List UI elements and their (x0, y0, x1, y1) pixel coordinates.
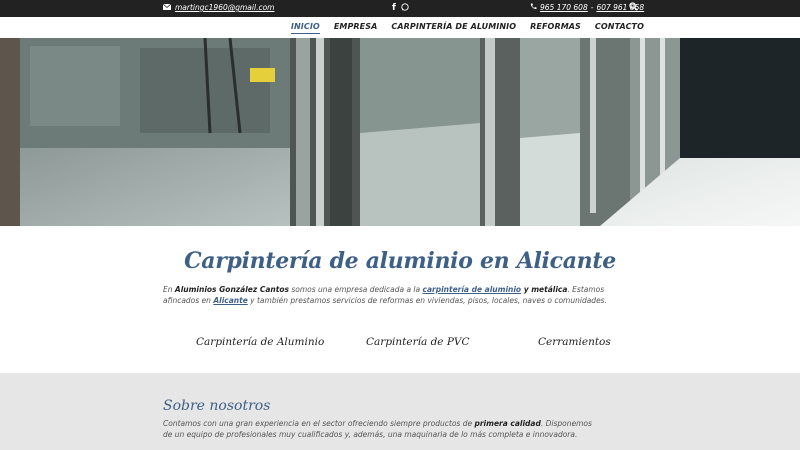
phone-link-1[interactable]: 965 170 608 (540, 3, 588, 12)
intro-text-2: somos una empresa dedicada a la (288, 285, 423, 294)
whatsapp-icon[interactable] (401, 3, 409, 14)
link-alicante[interactable]: Alicante (213, 296, 247, 305)
nav-item-carpinteria-aluminio[interactable]: CARPINTERÍA DE ALUMINIO (391, 22, 516, 34)
social-links: f (392, 3, 409, 14)
email-link[interactable]: martingc1960@gmail.com (175, 3, 274, 12)
hero-image (0, 38, 800, 226)
about-text-1: Contamos con una gran experiencia en el … (163, 419, 475, 428)
service-carpinteria-aluminio[interactable]: Carpintería de Aluminio (196, 336, 324, 348)
intro-text-5: y también prestamos servicios de reforma… (247, 296, 607, 305)
search-button[interactable] (629, 2, 638, 13)
top-bar: martingc1960@gmail.com f 965 170 608 - 6… (0, 0, 800, 17)
search-icon (629, 2, 638, 13)
envelope-icon (162, 3, 172, 12)
main-nav: INICIO EMPRESA CARPINTERÍA DE ALUMINIO R… (0, 17, 800, 38)
phone-separator: - (590, 3, 594, 12)
nav-item-inicio[interactable]: INICIO (290, 22, 320, 34)
page-title: Carpintería de aluminio en Alicante (184, 248, 616, 274)
nav-item-contacto[interactable]: CONTACTO (595, 22, 644, 34)
about-section: Sobre nosotros Contamos con una gran exp… (0, 373, 800, 450)
about-title: Sobre nosotros (163, 398, 271, 414)
intro-text-3: y metálica (521, 285, 568, 294)
email-contact[interactable]: martingc1960@gmail.com (162, 3, 274, 12)
nav-item-empresa[interactable]: EMPRESA (334, 22, 378, 34)
about-highlight: primera calidad (474, 419, 541, 428)
phone-icon (530, 3, 537, 12)
nav-menu: INICIO EMPRESA CARPINTERÍA DE ALUMINIO R… (290, 22, 644, 34)
intro-paragraph: En Aluminios González Cantos somos una e… (163, 284, 623, 306)
phone-contact: 965 170 608 - 607 961 858 (530, 3, 644, 12)
company-name: Aluminios González Cantos (174, 285, 289, 294)
facebook-icon[interactable]: f (392, 3, 396, 14)
service-carpinteria-pvc[interactable]: Carpintería de PVC (366, 336, 470, 348)
service-cerramientos[interactable]: Cerramientos (538, 336, 611, 348)
link-carpinteria-aluminio[interactable]: carpintería de aluminio (423, 285, 522, 294)
about-paragraph: Contamos con una gran experiencia en el … (163, 418, 603, 440)
intro-text-1: En (163, 285, 175, 294)
nav-item-reformas[interactable]: REFORMAS (530, 22, 581, 34)
